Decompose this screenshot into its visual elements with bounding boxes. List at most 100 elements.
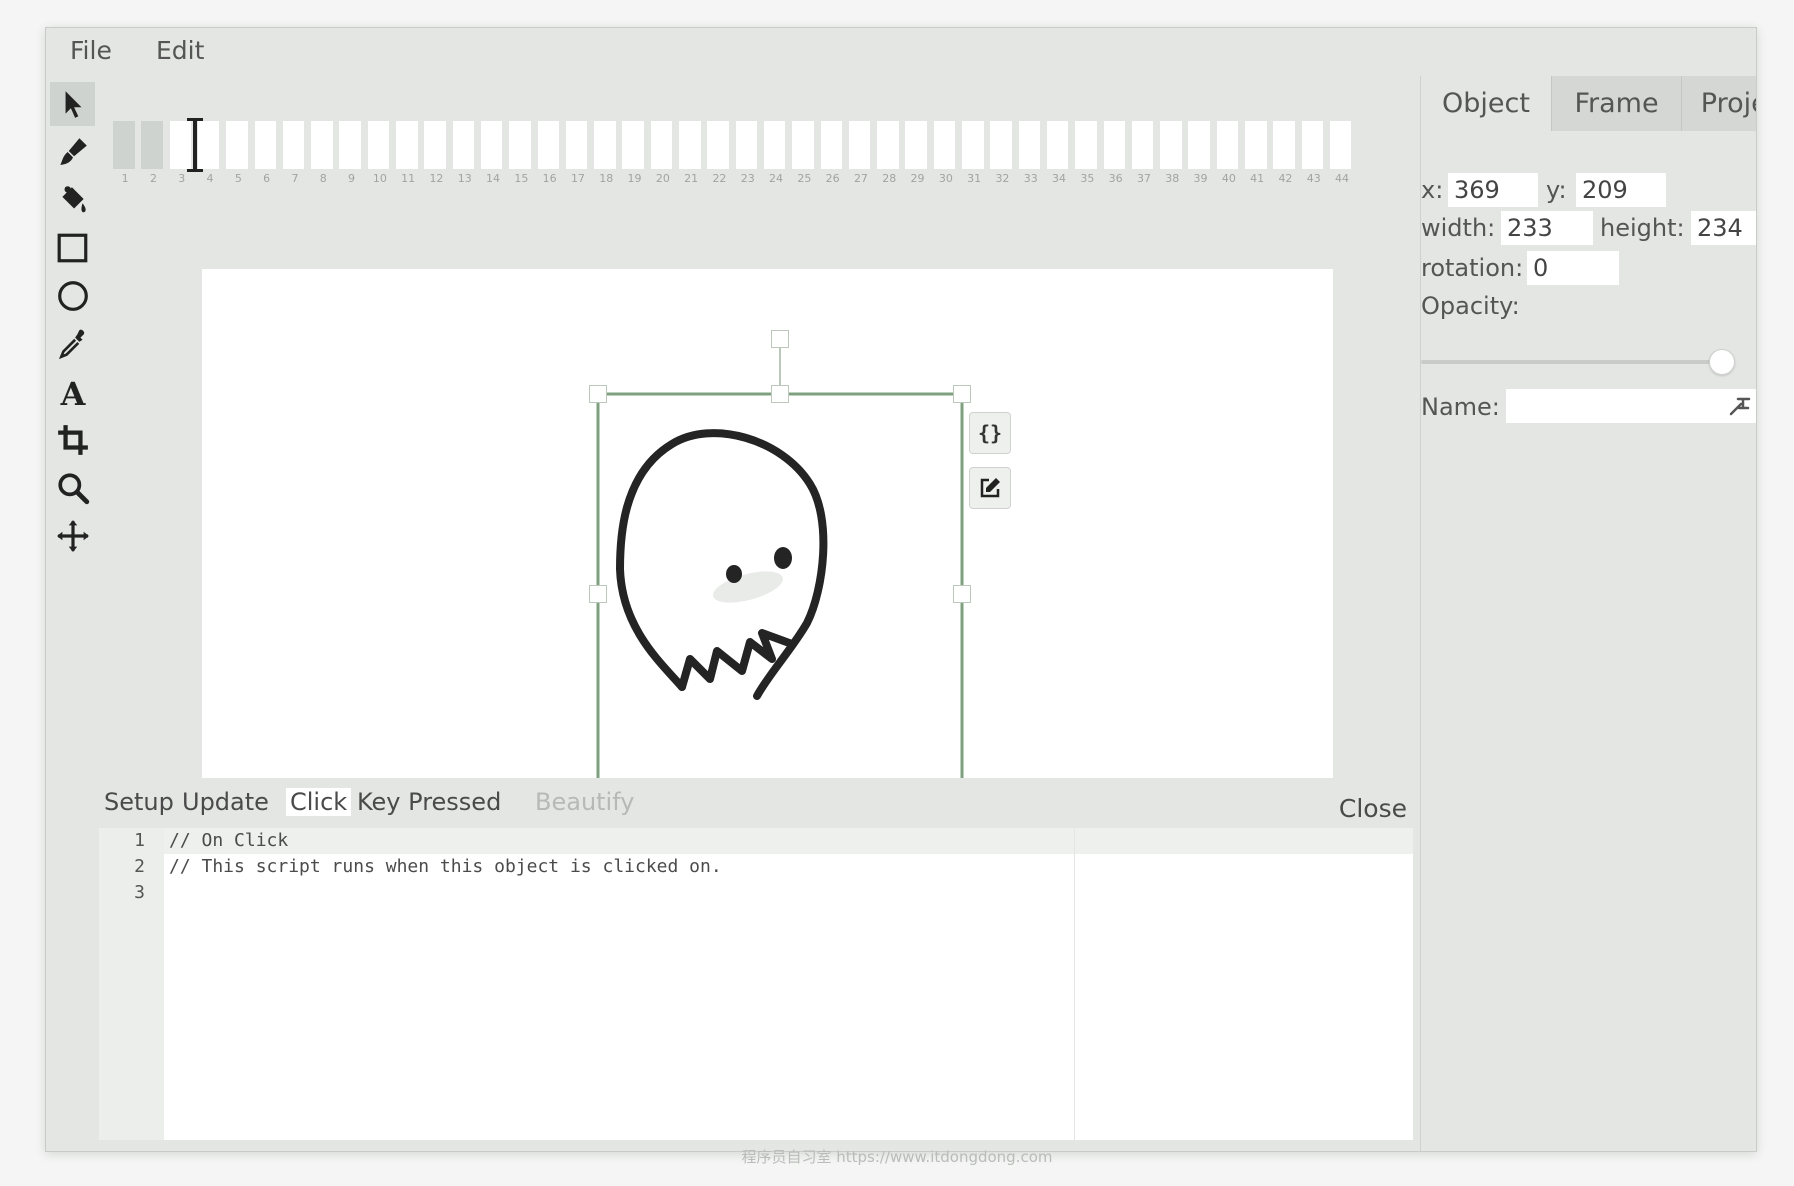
- frame-strip[interactable]: [113, 121, 1355, 171]
- code-line: // On Click: [169, 830, 289, 851]
- fill-tool[interactable]: [50, 178, 95, 222]
- timeline-frame[interactable]: [1188, 121, 1213, 169]
- script-button[interactable]: {}: [969, 412, 1011, 454]
- resize-handle-right[interactable]: [953, 585, 971, 603]
- menu-edit[interactable]: Edit: [156, 36, 204, 65]
- brush-tool[interactable]: [50, 130, 95, 174]
- pin-icon[interactable]: [1728, 396, 1752, 416]
- width-label: width:: [1421, 214, 1496, 242]
- select-tool[interactable]: [50, 82, 95, 126]
- timeline-frame[interactable]: [1160, 121, 1185, 169]
- frame-number: 20: [655, 172, 670, 185]
- timeline-frame[interactable]: [367, 121, 393, 169]
- menu-file[interactable]: File: [70, 36, 112, 65]
- crop-tool[interactable]: [50, 418, 95, 462]
- rotation-input[interactable]: [1527, 251, 1619, 285]
- width-input[interactable]: [1501, 211, 1593, 245]
- ellipse-tool[interactable]: [50, 274, 95, 318]
- timeline-frame[interactable]: [735, 121, 761, 169]
- rotation-label: rotation:: [1421, 254, 1524, 282]
- print-margin: [1074, 828, 1075, 1140]
- timeline-frame[interactable]: [707, 121, 732, 169]
- timeline-frame[interactable]: [113, 121, 138, 169]
- frame-number: 44: [1335, 172, 1350, 185]
- edit-object-button[interactable]: [969, 467, 1011, 509]
- timeline-frame[interactable]: [594, 121, 619, 169]
- y-input[interactable]: [1576, 173, 1666, 207]
- tab-click[interactable]: Click: [286, 788, 352, 816]
- frame-number: 4: [206, 172, 214, 185]
- timeline-frame[interactable]: [339, 121, 364, 169]
- timeline-frame[interactable]: [1131, 121, 1157, 169]
- rectangle-tool[interactable]: [50, 226, 95, 270]
- code-area[interactable]: 1 2 3 // On Click // This script runs wh…: [99, 828, 1413, 1140]
- timeline-frame[interactable]: [509, 121, 534, 169]
- frame-number: 7: [291, 172, 299, 185]
- rotate-handle[interactable]: [771, 330, 789, 348]
- timeline-frame[interactable]: [792, 121, 817, 169]
- tab-project[interactable]: Project: [1682, 76, 1756, 131]
- timeline-frame[interactable]: [933, 121, 959, 169]
- timeline-frame[interactable]: [877, 121, 902, 169]
- timeline-frame[interactable]: [254, 121, 279, 169]
- resize-handle-top[interactable]: [771, 385, 789, 403]
- close-editor-button[interactable]: Close: [1339, 794, 1407, 823]
- timeline-frame[interactable]: [311, 121, 336, 169]
- timeline-frame[interactable]: [480, 121, 506, 169]
- resize-handle-top-left[interactable]: [589, 385, 607, 403]
- timeline-frame[interactable]: [1103, 121, 1128, 169]
- timeline-frame[interactable]: [1046, 121, 1072, 169]
- timeline-frame[interactable]: [679, 121, 704, 169]
- timeline-frame[interactable]: [282, 121, 308, 169]
- script-tabs: Setup Update Click Key Pressed Beautify …: [99, 778, 1420, 823]
- timeline-frame[interactable]: [565, 121, 591, 169]
- text-tool[interactable]: A: [50, 370, 95, 414]
- timeline-frame[interactable]: [848, 121, 874, 169]
- frame-number: 27: [853, 172, 868, 185]
- timeline-frame[interactable]: [763, 121, 789, 169]
- timeline-frame[interactable]: [1075, 121, 1100, 169]
- opacity-slider-thumb[interactable]: [1709, 349, 1735, 375]
- x-input[interactable]: [1448, 173, 1538, 207]
- eyedropper-tool[interactable]: [50, 322, 95, 366]
- ghost-sprite[interactable]: [616, 429, 828, 700]
- timeline-frame[interactable]: [226, 121, 251, 169]
- script-editor: Setup Update Click Key Pressed Beautify …: [99, 778, 1420, 1151]
- resize-handle-top-right[interactable]: [953, 385, 971, 403]
- timeline-frame[interactable]: [424, 121, 449, 169]
- timeline-frame[interactable]: [1301, 121, 1327, 169]
- timeline-frame[interactable]: [452, 121, 478, 169]
- name-input[interactable]: [1506, 389, 1756, 423]
- timeline-frame[interactable]: [169, 121, 195, 169]
- playhead[interactable]: [187, 118, 203, 172]
- resize-handle-left[interactable]: [589, 585, 607, 603]
- opacity-slider-track[interactable]: [1421, 360, 1721, 364]
- timeline-frame[interactable]: [197, 121, 223, 169]
- x-label: x:: [1421, 176, 1444, 204]
- tab-update[interactable]: Update: [182, 788, 269, 816]
- timeline-frame[interactable]: [1245, 121, 1270, 169]
- pan-tool[interactable]: [50, 514, 95, 558]
- timeline-frame[interactable]: [820, 121, 845, 169]
- timeline-frame[interactable]: [905, 121, 930, 169]
- beautify-button[interactable]: Beautify: [535, 788, 634, 816]
- timeline-frame[interactable]: [622, 121, 647, 169]
- tab-key-pressed[interactable]: Key Pressed: [357, 788, 501, 816]
- timeline-frame[interactable]: [990, 121, 1015, 169]
- timeline-frame[interactable]: [141, 121, 166, 169]
- tab-setup[interactable]: Setup: [104, 788, 174, 816]
- timeline-frame[interactable]: [1216, 121, 1242, 169]
- tab-frame[interactable]: Frame: [1552, 76, 1682, 131]
- height-input[interactable]: [1691, 211, 1756, 245]
- timeline-frame[interactable]: [1018, 121, 1044, 169]
- stage[interactable]: {}: [202, 269, 1333, 778]
- text-icon: A: [59, 375, 86, 409]
- timeline-frame[interactable]: [537, 121, 562, 169]
- timeline-frame[interactable]: [396, 121, 421, 169]
- zoom-tool[interactable]: [50, 466, 95, 510]
- tab-object[interactable]: Object: [1421, 76, 1552, 131]
- timeline-frame[interactable]: [962, 121, 987, 169]
- timeline-frame[interactable]: [650, 121, 676, 169]
- timeline-frame[interactable]: [1329, 121, 1355, 169]
- timeline-frame[interactable]: [1273, 121, 1298, 169]
